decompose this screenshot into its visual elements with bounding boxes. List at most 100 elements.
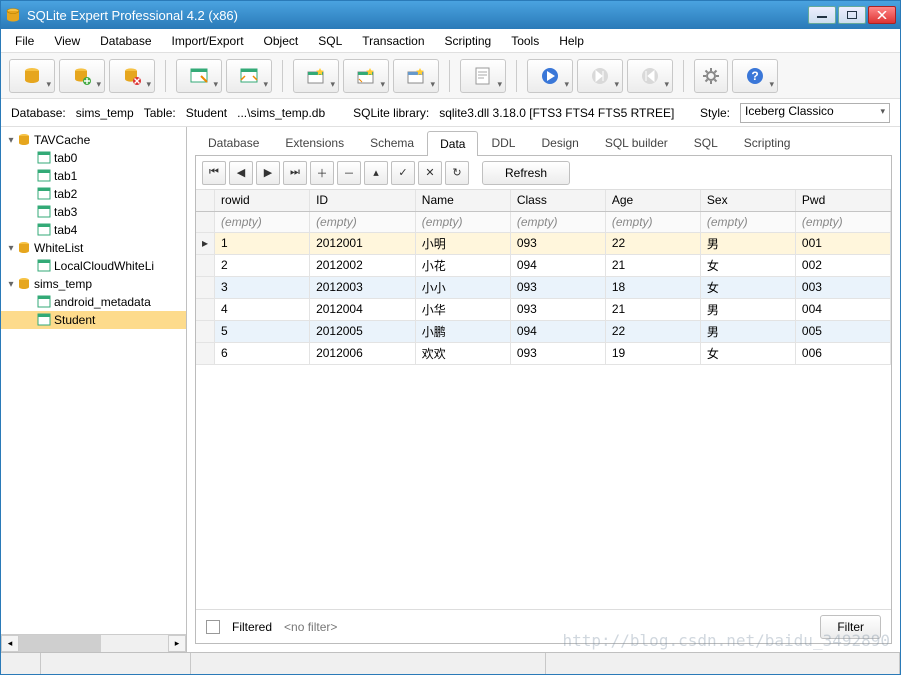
refresh-button[interactable]: Refresh — [482, 161, 570, 185]
table-row[interactable]: 52012005小鹏09422男005 — [196, 320, 891, 342]
nav-prev-button[interactable]: ◀ — [229, 161, 253, 185]
scroll-right-icon[interactable]: ▸ — [168, 635, 186, 652]
toolbar-table1-button[interactable] — [176, 59, 222, 93]
menu-scripting[interactable]: Scripting — [437, 31, 500, 51]
table-icon — [37, 205, 51, 219]
sidebar-scrollbar[interactable]: ◂ ▸ — [1, 634, 186, 652]
toolbar-doc-button[interactable] — [460, 59, 506, 93]
menu-transaction[interactable]: Transaction — [354, 31, 432, 51]
nav-reload-button[interactable]: ↻ — [445, 161, 469, 185]
table-row[interactable]: ▸12012001小明09322男001 — [196, 232, 891, 254]
toolbar-prev-button[interactable] — [627, 59, 673, 93]
nav-first-button[interactable]: ⏮ — [202, 161, 226, 185]
body: ▾TAVCache tab0 tab1 tab2 tab3 tab4 ▾Whit… — [1, 127, 900, 652]
tab-sql[interactable]: SQL — [681, 130, 731, 155]
filtered-checkbox[interactable] — [206, 620, 220, 634]
window-buttons — [808, 6, 896, 24]
col-name[interactable]: Name — [415, 190, 510, 211]
tab-data[interactable]: Data — [427, 131, 478, 156]
menu-database[interactable]: Database — [92, 31, 159, 51]
tree-db-sims-temp[interactable]: ▾sims_temp — [1, 275, 186, 293]
tab-scripting[interactable]: Scripting — [731, 130, 804, 155]
nav-last-button[interactable]: ⏭ — [283, 161, 307, 185]
col-rowid[interactable]: rowid — [215, 190, 310, 211]
col-id[interactable]: ID — [310, 190, 416, 211]
menu-object[interactable]: Object — [256, 31, 307, 51]
tree-table-student[interactable]: Student — [1, 311, 186, 329]
tree-db-tavcache[interactable]: ▾TAVCache — [1, 131, 186, 149]
toolbar-remove-db-button[interactable] — [109, 59, 155, 93]
window-title: SQLite Expert Professional 4.2 (x86) — [27, 8, 808, 23]
menu-view[interactable]: View — [46, 31, 88, 51]
filter-row[interactable]: (empty)(empty)(empty)(empty)(empty)(empt… — [196, 211, 891, 232]
toolbar-table2-button[interactable] — [226, 59, 272, 93]
toolbar-star1-button[interactable] — [293, 59, 339, 93]
table-row[interactable]: 32012003小小09318女003 — [196, 276, 891, 298]
tree-label: android_metadata — [54, 295, 151, 309]
toolbar-sep — [683, 60, 684, 92]
tree-table-android-metadata[interactable]: android_metadata — [1, 293, 186, 311]
tab-sql-builder[interactable]: SQL builder — [592, 130, 681, 155]
grid-nav: ⏮ ◀ ▶ ⏭ ＋ － ▴ ✓ ✕ ↻ Refresh — [196, 156, 891, 190]
table-row[interactable]: 62012006欢欢09319女006 — [196, 342, 891, 364]
style-dropdown[interactable]: Iceberg Classico — [740, 103, 890, 123]
nav-commit-button[interactable]: ✓ — [391, 161, 415, 185]
table-row[interactable]: 42012004小华09321男004 — [196, 298, 891, 320]
toolbar-sep — [449, 60, 450, 92]
col-pwd[interactable]: Pwd — [795, 190, 890, 211]
toolbar-next-button[interactable] — [577, 59, 623, 93]
nav-next-button[interactable]: ▶ — [256, 161, 280, 185]
nav-edit-button[interactable]: ▴ — [364, 161, 388, 185]
tree-table-tab1[interactable]: tab1 — [1, 167, 186, 185]
main-panel: Database Extensions Schema Data DDL Desi… — [187, 127, 900, 652]
maximize-button[interactable] — [838, 6, 866, 24]
toolbar-new-db-button[interactable] — [9, 59, 55, 93]
menu-tools[interactable]: Tools — [503, 31, 547, 51]
menu-help[interactable]: Help — [551, 31, 592, 51]
tab-schema[interactable]: Schema — [357, 130, 427, 155]
tree-table-tab4[interactable]: tab4 — [1, 221, 186, 239]
table-row[interactable]: 22012002小花09421女002 — [196, 254, 891, 276]
col-class[interactable]: Class — [510, 190, 605, 211]
tab-extensions[interactable]: Extensions — [272, 130, 357, 155]
data-grid[interactable]: rowid ID Name Class Age Sex Pwd (empty)(… — [196, 190, 891, 609]
toolbar-sep — [516, 60, 517, 92]
scroll-left-icon[interactable]: ◂ — [1, 635, 19, 652]
menu-sql[interactable]: SQL — [310, 31, 350, 51]
minimize-button[interactable] — [808, 6, 836, 24]
col-sex[interactable]: Sex — [700, 190, 795, 211]
tree-db-whitelist[interactable]: ▾WhiteList — [1, 239, 186, 257]
nav-add-button[interactable]: ＋ — [310, 161, 334, 185]
app-window: SQLite Expert Professional 4.2 (x86) Fil… — [0, 0, 901, 675]
toolbar-star3-button[interactable] — [393, 59, 439, 93]
tree-table-tab3[interactable]: tab3 — [1, 203, 186, 221]
tree-table-tab0[interactable]: tab0 — [1, 149, 186, 167]
tree-label: WhiteList — [34, 241, 83, 255]
tree-label: tab4 — [54, 223, 77, 237]
close-button[interactable] — [868, 6, 896, 24]
nav-remove-button[interactable]: － — [337, 161, 361, 185]
toolbar-help-button[interactable]: ? — [732, 59, 778, 93]
filter-button[interactable]: Filter — [820, 615, 881, 639]
toolbar-settings-button[interactable] — [694, 59, 728, 93]
data-panel: ⏮ ◀ ▶ ⏭ ＋ － ▴ ✓ ✕ ↻ Refresh — [195, 155, 892, 644]
toolbar-play-button[interactable] — [527, 59, 573, 93]
nav-cancel-button[interactable]: ✕ — [418, 161, 442, 185]
tree-label: tab3 — [54, 205, 77, 219]
tab-database[interactable]: Database — [195, 130, 272, 155]
tab-ddl[interactable]: DDL — [478, 130, 528, 155]
col-age[interactable]: Age — [605, 190, 700, 211]
db-tree: ▾TAVCache tab0 tab1 tab2 tab3 tab4 ▾Whit… — [1, 127, 186, 634]
sidebar: ▾TAVCache tab0 tab1 tab2 tab3 tab4 ▾Whit… — [1, 127, 187, 652]
tree-label: TAVCache — [34, 133, 90, 147]
infobar: Database: sims_temp Table: Student ...\s… — [1, 99, 900, 127]
tab-design[interactable]: Design — [528, 130, 591, 155]
menu-import-export[interactable]: Import/Export — [164, 31, 252, 51]
toolbar-star2-button[interactable] — [343, 59, 389, 93]
toolbar: ? — [1, 53, 900, 99]
database-name: sims_temp — [76, 106, 134, 120]
toolbar-add-db-button[interactable] — [59, 59, 105, 93]
tree-table-localcloud[interactable]: LocalCloudWhiteLi — [1, 257, 186, 275]
menu-file[interactable]: File — [7, 31, 42, 51]
tree-table-tab2[interactable]: tab2 — [1, 185, 186, 203]
